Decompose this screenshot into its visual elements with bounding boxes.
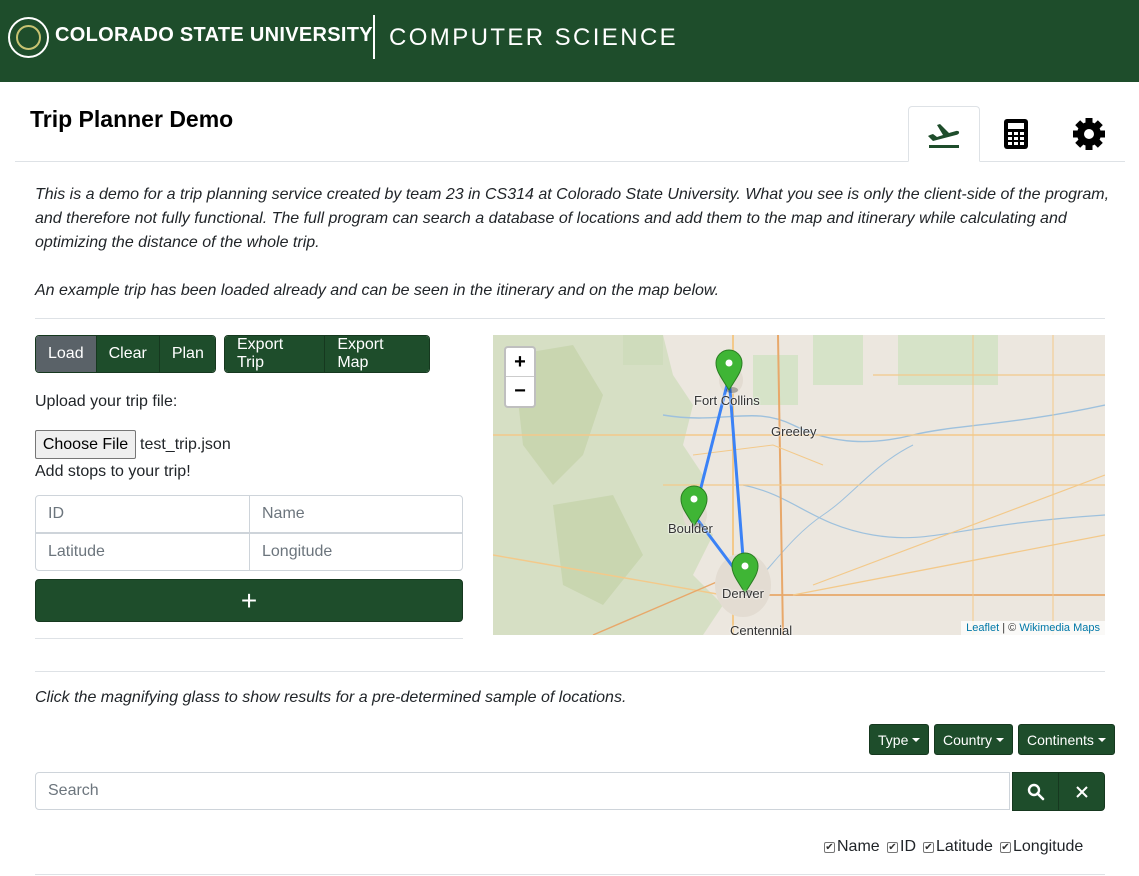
checkbox-checked-icon[interactable]: ✔: [824, 841, 835, 853]
map-attribution: Leaflet | © Wikimedia Maps: [961, 621, 1105, 635]
zoom-out-button[interactable]: −: [506, 377, 534, 406]
intro-paragraph: This is a demo for a trip planning servi…: [35, 186, 1110, 251]
column-label: ID: [900, 838, 916, 855]
search-section-divider: [35, 671, 1105, 672]
export-button-group: Export Trip Export Map: [224, 335, 430, 373]
checkbox-checked-icon[interactable]: ✔: [887, 841, 898, 853]
column-label: Longitude: [1013, 838, 1084, 855]
map-zoom-control: + −: [504, 346, 536, 408]
form-divider: [35, 638, 463, 639]
column-toggle-id[interactable]: ✔ ID: [887, 838, 916, 856]
load-button[interactable]: Load: [36, 336, 97, 372]
page-title: Trip Planner Demo: [30, 106, 234, 132]
id-field[interactable]: ID: [35, 495, 250, 533]
search-hint: Click the magnifying glass to show resul…: [35, 689, 627, 706]
map-tiles: [493, 335, 1105, 635]
department-name: COMPUTER SCIENCE: [389, 24, 679, 51]
map-label-boulder: Boulder: [668, 521, 713, 536]
trip-file-button-group: Load Clear Plan: [35, 335, 216, 373]
search-input[interactable]: Search: [35, 772, 1010, 810]
plan-button[interactable]: Plan: [159, 336, 215, 372]
header-divider: [373, 15, 375, 59]
leaflet-link[interactable]: Leaflet: [966, 622, 999, 634]
checkbox-checked-icon[interactable]: ✔: [923, 841, 934, 853]
tab-trip[interactable]: [908, 106, 980, 162]
column-toggle-latitude[interactable]: ✔ Latitude: [923, 838, 993, 856]
search-button[interactable]: [1012, 772, 1059, 811]
clear-search-button[interactable]: [1058, 772, 1105, 811]
gear-icon: [1073, 118, 1105, 150]
map-label-denver: Denver: [722, 586, 764, 601]
university-name: COLORADO STATE UNIVERSITY: [55, 24, 373, 46]
airplane-departure-icon: [928, 124, 960, 148]
tab-calculator[interactable]: [980, 106, 1052, 162]
choose-file-button[interactable]: Choose File: [35, 430, 136, 459]
column-toggle-longitude[interactable]: ✔ Longitude: [1000, 838, 1083, 856]
caret-down-icon: [996, 737, 1005, 742]
type-filter-dropdown[interactable]: Type: [869, 724, 930, 755]
map-label-centennial: Centennial: [730, 623, 793, 635]
clear-button[interactable]: Clear: [96, 336, 160, 372]
section-divider: [35, 318, 1105, 319]
column-label: Latitude: [936, 838, 993, 855]
export-trip-button[interactable]: Export Trip: [225, 336, 326, 372]
export-map-button[interactable]: Export Map: [325, 336, 429, 372]
zoom-in-button[interactable]: +: [506, 348, 534, 377]
map-label-fort-collins: Fort Collins: [694, 393, 760, 408]
selected-file-name: test_trip.json: [140, 436, 231, 453]
site-header: COLORADO STATE UNIVERSITY COMPUTER SCIEN…: [0, 0, 1139, 82]
intro-example-note: An example trip has been loaded already …: [35, 282, 720, 299]
csu-ram-logo-icon: [8, 17, 49, 58]
close-icon: [1075, 785, 1088, 798]
calculator-icon: [1004, 119, 1028, 149]
map-label-greeley: Greeley: [771, 424, 817, 439]
name-field[interactable]: Name: [249, 495, 463, 533]
checkbox-checked-icon[interactable]: ✔: [1000, 841, 1011, 853]
type-filter-label: Type: [878, 731, 909, 748]
upload-label: Upload your trip file:: [35, 393, 178, 410]
trip-map[interactable]: Fort Collins Greeley Boulder Denver Cent…: [493, 335, 1105, 635]
latitude-field[interactable]: Latitude: [35, 533, 250, 571]
caret-down-icon: [1097, 737, 1106, 742]
column-toggle-name[interactable]: ✔ Name: [824, 838, 880, 856]
longitude-field[interactable]: Longitude: [249, 533, 463, 571]
add-stops-label: Add stops to your trip!: [35, 463, 191, 480]
search-icon: [1027, 783, 1044, 800]
add-stop-button[interactable]: +: [35, 579, 463, 622]
tab-settings[interactable]: [1053, 106, 1125, 162]
country-filter-label: Country: [943, 731, 993, 748]
column-label: Name: [837, 838, 880, 855]
wikimedia-maps-link[interactable]: Wikimedia Maps: [1019, 622, 1100, 634]
country-filter-dropdown[interactable]: Country: [934, 724, 1014, 755]
continents-filter-label: Continents: [1027, 731, 1094, 748]
caret-down-icon: [912, 737, 921, 742]
attribution-separator: | ©: [999, 622, 1020, 634]
continents-filter-dropdown[interactable]: Continents: [1018, 724, 1115, 755]
bottom-divider: [35, 874, 1105, 875]
